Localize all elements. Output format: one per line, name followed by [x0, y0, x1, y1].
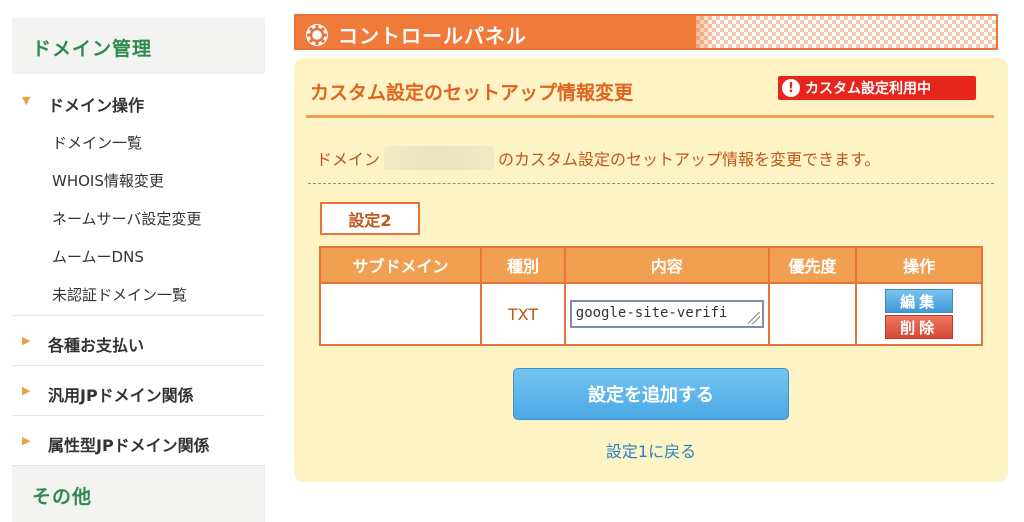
- column-header-type: 種別: [480, 246, 566, 284]
- sidebar-item-nameserver[interactable]: ネームサーバ設定変更: [12, 198, 265, 236]
- gear-icon: [306, 23, 328, 46]
- triangle-right-icon: ▶: [22, 384, 31, 397]
- column-header-content: 内容: [563, 246, 770, 284]
- sidebar-heading: ドメイン管理: [12, 18, 265, 74]
- resize-handle-icon[interactable]: [747, 312, 760, 324]
- sidebar-section-payments[interactable]: ▶ 各種お支払い: [12, 316, 265, 366]
- sidebar-section-domain-ops[interactable]: ▼ ドメイン操作: [12, 74, 265, 122]
- sidebar-item-whois[interactable]: WHOIS情報変更: [12, 160, 265, 198]
- main-panel: カスタム設定のセットアップ情報変更 ! カスタム設定利用中 ドメイン のカスタム…: [294, 58, 1008, 482]
- triangle-right-icon: ▶: [22, 334, 31, 347]
- redacted-domain: [384, 146, 495, 170]
- column-header-priority: 優先度: [767, 246, 858, 284]
- status-badge-label: カスタム設定利用中: [805, 81, 931, 97]
- control-panel-header: コントロールパネル: [294, 14, 998, 50]
- content-value: google-site-verifi: [575, 305, 728, 321]
- content-textarea[interactable]: google-site-verifi: [569, 300, 764, 328]
- sidebar-item-unverified[interactable]: 未認証ドメイン一覧: [12, 274, 265, 316]
- control-panel-title: コントロールパネル: [338, 24, 527, 48]
- title-divider: [306, 115, 994, 118]
- description: ドメイン のカスタム設定のセットアップ情報を変更できます。: [316, 146, 880, 170]
- setting-label: 設定2: [320, 202, 420, 235]
- triangle-right-icon: ▶: [22, 434, 31, 447]
- sidebar-section-label: ドメイン操作: [48, 96, 145, 115]
- sidebar-item-domain-list[interactable]: ドメイン一覧: [12, 122, 265, 160]
- cell-subdomain: [318, 282, 483, 346]
- cell-type: TXT: [480, 282, 566, 346]
- triangle-down-icon: ▼: [22, 94, 31, 107]
- column-header-subdomain: サブドメイン: [318, 246, 483, 284]
- sidebar-footer-heading: その他: [12, 466, 265, 522]
- settings-table: サブドメイン 種別 内容 優先度 操作 TXT google-site-veri…: [318, 246, 983, 346]
- description-prefix: ドメイン: [316, 150, 381, 169]
- sidebar-section-attribute-jp[interactable]: ▶ 属性型JPドメイン関係: [12, 416, 265, 466]
- sidebar-section-label: 属性型JPドメイン関係: [48, 436, 210, 455]
- cell-actions: 編集 削除: [855, 282, 983, 346]
- delete-button[interactable]: 削除: [885, 315, 954, 339]
- exclamation-icon: !: [782, 79, 800, 97]
- sidebar-section-generic-jp[interactable]: ▶ 汎用JPドメイン関係: [12, 366, 265, 416]
- dashed-divider: [308, 183, 994, 184]
- status-badge: ! カスタム設定利用中: [778, 76, 976, 100]
- back-to-setting1-link[interactable]: 設定1に戻る: [294, 438, 1008, 462]
- cell-content: google-site-verifi: [563, 282, 770, 346]
- description-suffix: のカスタム設定のセットアップ情報を変更できます。: [498, 150, 881, 169]
- page-title: カスタム設定のセットアップ情報変更: [310, 82, 634, 104]
- table-header-row: サブドメイン 種別 内容 優先度 操作: [318, 246, 983, 284]
- table-row: TXT google-site-verifi 編集 削除: [318, 282, 983, 346]
- sidebar-item-muumuu-dns[interactable]: ムームーDNS: [12, 236, 265, 274]
- sidebar-section-label: 汎用JPドメイン関係: [48, 386, 194, 405]
- add-setting-button[interactable]: 設定を追加する: [513, 368, 789, 420]
- checker-pattern: [696, 16, 996, 48]
- sidebar-section-label: 各種お支払い: [48, 336, 145, 355]
- column-header-actions: 操作: [855, 246, 983, 284]
- sidebar: ドメイン管理 ▼ ドメイン操作 ドメイン一覧 WHOIS情報変更 ネームサーバ設…: [12, 18, 265, 522]
- edit-button[interactable]: 編集: [885, 289, 954, 313]
- cell-priority: [767, 282, 858, 346]
